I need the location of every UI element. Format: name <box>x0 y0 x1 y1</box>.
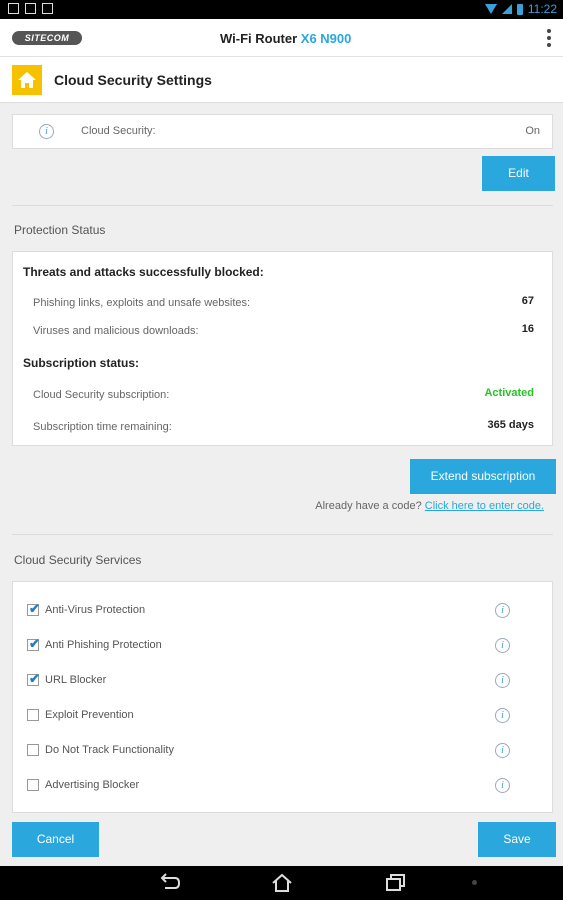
app-title-model: X6 N900 <box>300 31 352 46</box>
code-prompt-text: Already have a code? <box>315 500 422 512</box>
service-row-do-not-track[interactable]: Do Not Track Functionality i <box>27 741 527 761</box>
code-prompt: Already have a code? Click here to enter… <box>315 500 544 512</box>
service-row-ad-blocker[interactable]: Advertising Blocker i <box>27 776 527 796</box>
app-bar: SITECOM Wi-Fi Router X6 N900 <box>0 19 563 57</box>
time-remaining-label: Subscription time remaining: <box>33 421 172 433</box>
subscription-heading: Subscription status: <box>23 356 140 370</box>
phishing-count: 67 <box>521 295 534 307</box>
cancel-button[interactable]: Cancel <box>12 822 99 857</box>
checkbox-unchecked[interactable] <box>27 779 39 791</box>
info-icon[interactable]: i <box>495 673 510 688</box>
phishing-label: Phishing links, exploits and unsafe webs… <box>33 297 251 309</box>
save-button[interactable]: Save <box>478 822 556 857</box>
page-title: Cloud Security Settings <box>54 72 212 88</box>
services-heading: Cloud Security Services <box>14 553 142 567</box>
back-icon[interactable] <box>157 872 181 894</box>
status-bar: 11:22 <box>0 0 563 19</box>
recent-apps-icon[interactable] <box>384 872 408 894</box>
info-icon[interactable]: i <box>495 708 510 723</box>
edit-button[interactable]: Edit <box>482 156 555 191</box>
app-title: Wi-Fi Router X6 N900 <box>220 31 351 46</box>
subscription-status-value: Activated <box>484 387 534 399</box>
checkbox-unchecked[interactable] <box>27 744 39 756</box>
service-label: Anti Phishing Protection <box>45 639 162 651</box>
checkbox-unchecked[interactable] <box>27 709 39 721</box>
service-label: Advertising Blocker <box>45 779 140 791</box>
service-label: Anti-Virus Protection <box>45 604 146 616</box>
viruses-count: 16 <box>521 323 534 335</box>
services-card: ✔ Anti-Virus Protection i ✔ Anti Phishin… <box>12 581 553 813</box>
info-icon[interactable]: i <box>495 638 510 653</box>
service-label: Exploit Prevention <box>45 709 134 721</box>
cloud-security-label: Cloud Security: <box>81 125 156 137</box>
gamepad-notification-icon <box>42 3 53 14</box>
signal-icon <box>501 4 512 14</box>
info-icon[interactable]: i <box>495 778 510 793</box>
cloud-security-row: i Cloud Security: On <box>12 114 553 149</box>
divider <box>12 205 553 206</box>
wifi-icon <box>484 4 497 14</box>
service-row-anti-virus[interactable]: ✔ Anti-Virus Protection i <box>27 601 527 621</box>
service-row-exploit-prevention[interactable]: Exploit Prevention i <box>27 706 527 726</box>
divider <box>12 534 553 535</box>
extend-subscription-button[interactable]: Extend subscription <box>410 459 556 494</box>
menu-dot-icon <box>472 880 477 885</box>
checkbox-checked[interactable]: ✔ <box>27 636 40 651</box>
checkbox-checked[interactable]: ✔ <box>27 601 40 616</box>
threats-heading: Threats and attacks successfully blocked… <box>23 265 264 279</box>
cloud-security-value: On <box>525 125 540 137</box>
enter-code-link[interactable]: Click here to enter code. <box>425 500 544 512</box>
home-nav-icon[interactable] <box>270 872 294 894</box>
sitecom-logo: SITECOM <box>12 31 82 45</box>
service-label: Do Not Track Functionality <box>45 744 174 756</box>
home-icon[interactable] <box>12 65 42 95</box>
protection-status-heading: Protection Status <box>14 223 106 237</box>
system-nav-bar <box>0 866 563 900</box>
info-icon[interactable]: i <box>495 743 510 758</box>
clock: 11:22 <box>527 2 557 16</box>
time-remaining-value: 365 days <box>487 419 534 431</box>
protection-status-card: Threats and attacks successfully blocked… <box>12 251 553 446</box>
subscription-label: Cloud Security subscription: <box>33 389 170 401</box>
info-icon[interactable]: i <box>39 124 54 139</box>
service-label: URL Blocker <box>45 674 107 686</box>
service-row-url-blocker[interactable]: ✔ URL Blocker i <box>27 671 527 691</box>
service-row-anti-phishing[interactable]: ✔ Anti Phishing Protection i <box>27 636 527 656</box>
image-notification-icon <box>8 3 19 14</box>
viruses-label: Viruses and malicious downloads: <box>33 325 199 337</box>
screenshot-notification-icon <box>25 3 36 14</box>
info-icon[interactable]: i <box>495 603 510 618</box>
overflow-menu-icon[interactable] <box>547 29 551 47</box>
page-header: Cloud Security Settings <box>0 57 563 103</box>
checkbox-checked[interactable]: ✔ <box>27 671 40 686</box>
battery-icon <box>516 3 523 15</box>
app-title-prefix: Wi-Fi Router <box>220 31 298 46</box>
